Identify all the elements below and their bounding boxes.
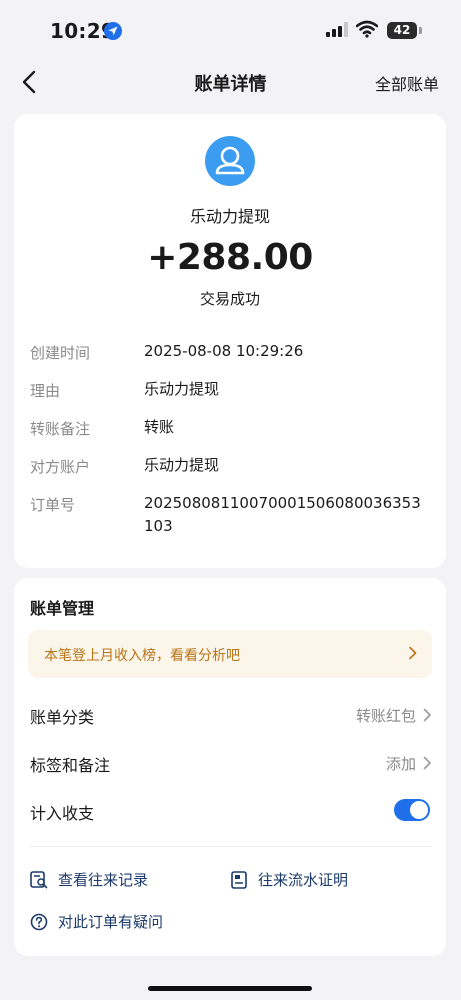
include-in-budget-label: 计入收支 [30, 804, 95, 823]
status-bar: 10:29 42 [0, 0, 461, 62]
document-icon [231, 871, 247, 889]
counterparty-value: 乐动力提现 [144, 456, 220, 474]
income-ranking-banner[interactable]: 本笔登上月收入榜，看看分析吧 [28, 630, 432, 678]
tags-notes-row[interactable]: 标签和备注 添加 [14, 743, 446, 783]
transfer-note-value: 转账 [144, 418, 175, 436]
payee-name: 乐动力提现 [189, 207, 270, 226]
statement-proof-text: 往来流水证明 [258, 871, 349, 889]
battery-level: 42 [387, 22, 417, 39]
divider [30, 846, 432, 847]
chevron-right-icon [423, 756, 431, 770]
tags-notes-label: 标签和备注 [30, 756, 111, 775]
order-number-label: 订单号 [30, 496, 76, 514]
bill-category-value: 转账红包 [355, 707, 416, 725]
reason-value: 乐动力提现 [144, 380, 220, 398]
bill-category-row[interactable]: 账单分类 转账红包 [14, 695, 446, 735]
tags-notes-value: 添加 [385, 755, 416, 773]
created-time-label: 创建时间 [30, 344, 91, 362]
include-in-budget-toggle[interactable] [394, 799, 430, 821]
location-arrow-icon [104, 22, 122, 40]
chevron-right-icon [423, 708, 431, 722]
reason-label: 理由 [30, 382, 61, 400]
counterparty-label: 对方账户 [30, 458, 91, 476]
nav-bar: 账单详情 全部账单 [0, 58, 461, 106]
transaction-status: 交易成功 [199, 290, 260, 308]
bill-management-card: 账单管理 本笔登上月收入榜，看看分析吧 账单分类 转账红包 标签和备注 添加 计… [14, 578, 446, 956]
battery-cap [419, 27, 422, 34]
all-bills-link[interactable]: 全部账单 [375, 71, 439, 95]
search-record-icon [30, 871, 48, 889]
created-time-value: 2025-08-08 10:29:26 [144, 342, 304, 360]
cellular-signal-icon [326, 22, 348, 37]
transaction-amount: +288.00 [147, 237, 313, 278]
section-title: 账单管理 [30, 599, 95, 618]
wifi-icon [356, 20, 378, 38]
avatar [205, 136, 255, 186]
home-indicator[interactable] [148, 986, 312, 991]
include-in-budget-row: 计入收支 [14, 791, 446, 831]
order-number-value[interactable]: 20250808110070001506080036353103 [144, 492, 430, 538]
banner-text: 本笔登上月收入榜，看看分析吧 [44, 648, 240, 664]
view-history-text: 查看往来记录 [58, 871, 149, 889]
user-icon [215, 146, 245, 175]
order-question-text: 对此订单有疑问 [58, 913, 164, 931]
toggle-knob [410, 801, 428, 819]
chevron-right-icon [409, 646, 417, 660]
question-circle-icon [30, 913, 48, 931]
transfer-note-label: 转账备注 [30, 420, 91, 438]
bill-category-label: 账单分类 [30, 708, 95, 727]
bill-detail-card: 乐动力提现 +288.00 交易成功 创建时间 2025-08-08 10:29… [14, 114, 446, 568]
